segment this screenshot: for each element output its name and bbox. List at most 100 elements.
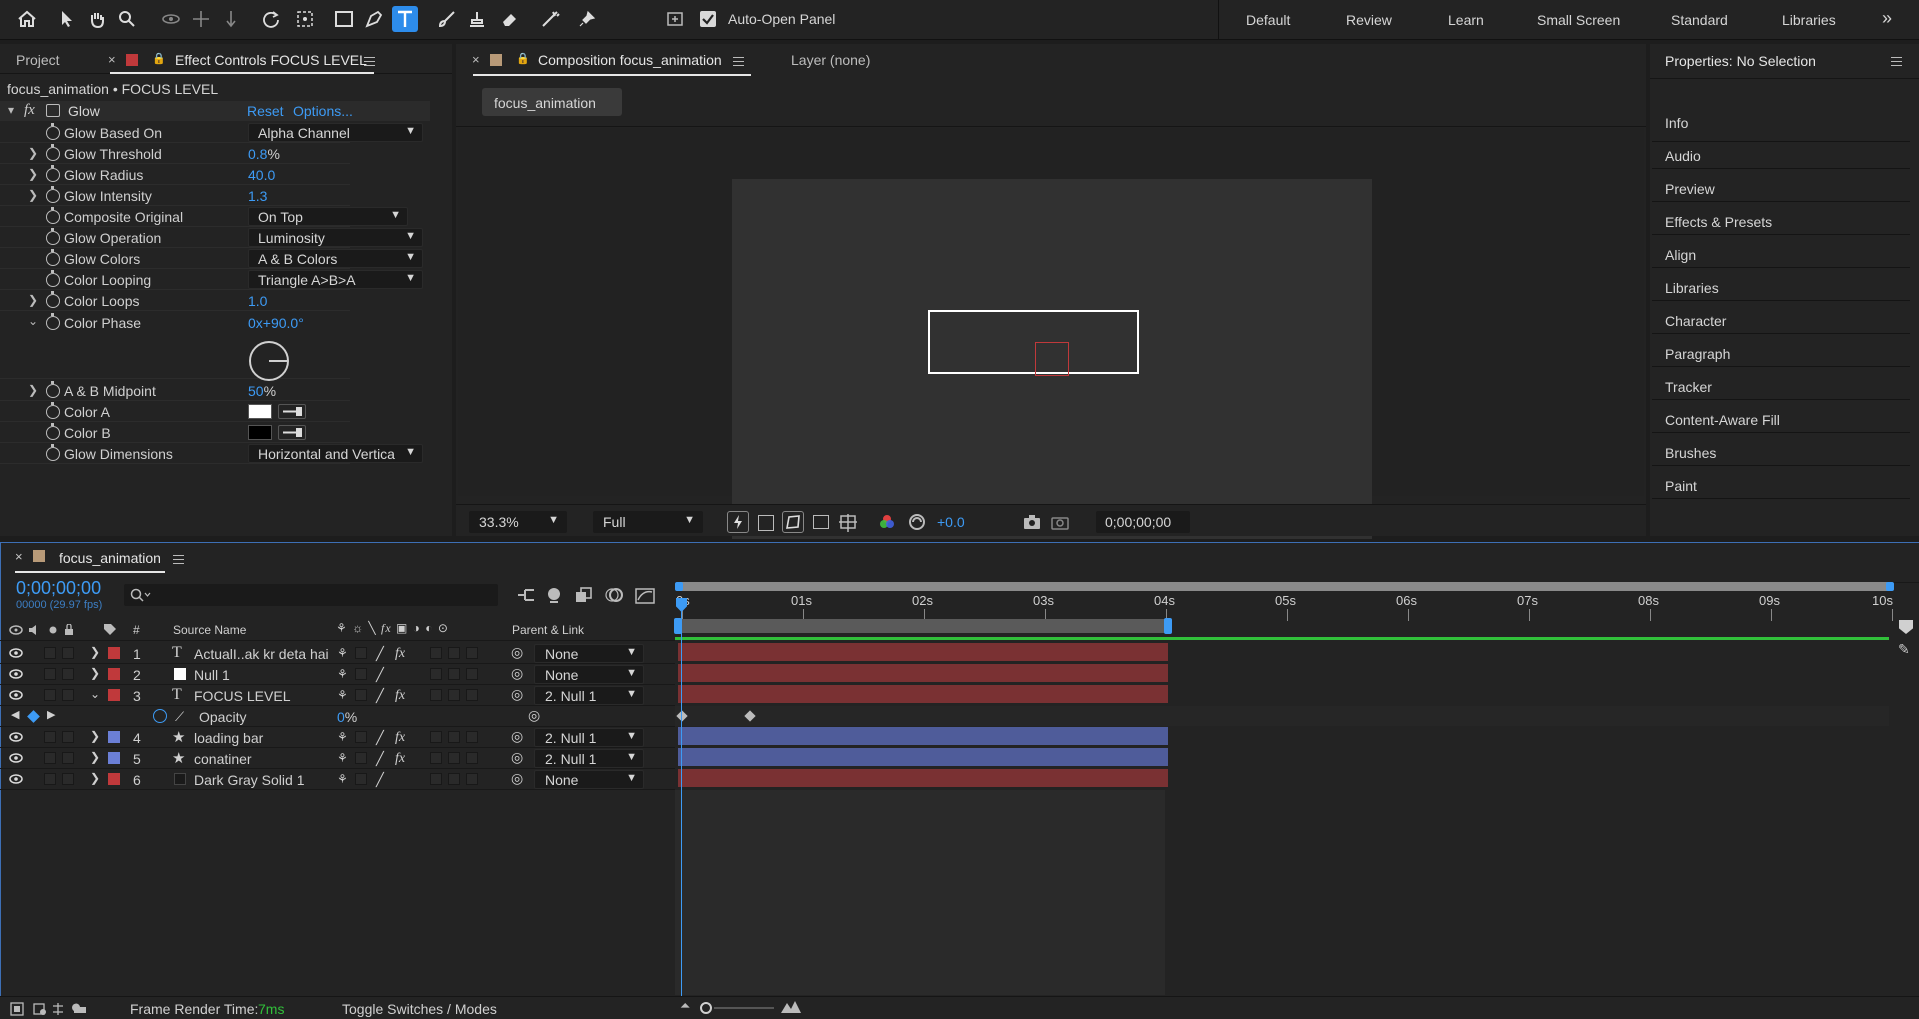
chevron-right-icon[interactable]: ❯ — [28, 167, 38, 181]
lock-icon[interactable]: 🔒 — [152, 52, 166, 65]
motion-blur-switch[interactable] — [448, 668, 460, 680]
stopwatch-icon[interactable] — [153, 709, 167, 723]
layer-name[interactable]: Dark Gray Solid 1 — [194, 772, 329, 788]
opacity-value[interactable]: 0% — [337, 709, 357, 725]
comp-navigator-chip[interactable]: focus_animation — [482, 88, 622, 116]
comp-mini-flowchart-icon[interactable] — [515, 586, 537, 604]
comp-viewer[interactable] — [458, 128, 1644, 539]
stopwatch-icon[interactable] — [46, 144, 60, 161]
color-loops-value[interactable]: 1.0 — [248, 293, 267, 309]
timeline-search-input[interactable] — [124, 584, 498, 606]
stopwatch-icon[interactable] — [46, 402, 60, 419]
layer-bar-5[interactable] — [678, 748, 1168, 766]
pick-whip-icon[interactable]: ◎ — [511, 728, 523, 745]
layer-name[interactable]: FOCUS LEVEL — [194, 688, 329, 704]
panel-preview[interactable]: Preview — [1665, 181, 1715, 197]
fx-icon[interactable]: fx — [24, 102, 35, 119]
parent-dropdown[interactable]: 2. Null 1 ▼ — [534, 728, 644, 747]
snapshot-icon[interactable] — [1022, 513, 1042, 531]
lock-switch[interactable] — [62, 689, 74, 701]
container-shape[interactable] — [928, 310, 1139, 374]
workspace-overflow-icon[interactable]: » — [1882, 8, 1892, 29]
glow-intensity-value[interactable]: 1.3 — [248, 188, 267, 204]
shy-switch-icon[interactable]: ⚘ — [337, 667, 348, 681]
rotate-tool-icon[interactable] — [258, 6, 284, 32]
layer-name[interactable]: Null 1 — [194, 667, 329, 683]
adjustment-switch[interactable] — [466, 668, 478, 680]
parent-dropdown[interactable]: None ▼ — [534, 770, 644, 789]
eyedropper-icon[interactable] — [278, 404, 306, 419]
tab-effect-controls[interactable]: Effect Controls FOCUS LEVEL — [175, 52, 367, 68]
lock-switch[interactable] — [62, 752, 74, 764]
label-color-chip[interactable] — [108, 752, 120, 764]
tab-layer[interactable]: Layer (none) — [791, 52, 870, 68]
adjustment-switch[interactable] — [466, 731, 478, 743]
parent-dropdown[interactable]: None ▼ — [534, 665, 644, 684]
parent-dropdown[interactable]: 2. Null 1 ▼ — [534, 686, 644, 705]
layer-bar-1[interactable] — [678, 643, 1168, 661]
options-link[interactable]: Options... — [293, 103, 353, 119]
shy-switch-icon[interactable]: ⚘ — [337, 688, 348, 702]
solo-switch[interactable] — [44, 689, 56, 701]
glow-colors-dropdown[interactable]: A & B Colors ▼ — [248, 249, 423, 268]
fx-icon[interactable]: fx — [395, 730, 405, 746]
motion-blur-switch[interactable] — [448, 773, 460, 785]
prev-keyframe-icon[interactable]: ◀ — [11, 708, 19, 721]
mask-visibility-icon[interactable] — [782, 511, 804, 533]
layer-name[interactable]: ActualI..ak kr deta hai — [194, 646, 329, 662]
panel-menu-icon[interactable] — [173, 555, 184, 567]
auto-open-panel-checkbox[interactable] — [700, 11, 716, 27]
clone-stamp-icon[interactable] — [464, 6, 490, 32]
motion-blur-switch[interactable] — [448, 731, 460, 743]
label-color-chip[interactable] — [108, 689, 120, 701]
work-area-end[interactable] — [1164, 618, 1172, 634]
eye-icon[interactable] — [9, 690, 23, 700]
eraser-tool-icon[interactable] — [496, 6, 522, 32]
hand-tool-icon[interactable] — [84, 6, 110, 32]
roto-brush-icon[interactable] — [538, 6, 564, 32]
frame-blend-switch[interactable] — [430, 689, 442, 701]
chevron-right-icon[interactable]: ❯ — [90, 729, 100, 743]
quality-switch-icon[interactable]: ╱ — [376, 772, 384, 788]
eye-icon[interactable] — [9, 669, 23, 679]
panel-info[interactable]: Info — [1665, 115, 1688, 131]
zoom-in-icon[interactable] — [780, 1000, 802, 1014]
solo-switch[interactable] — [44, 668, 56, 680]
zoom-slider-track[interactable] — [714, 1007, 774, 1009]
panel-paint[interactable]: Paint — [1665, 478, 1697, 494]
shy-switch-icon[interactable]: ⚘ — [337, 646, 348, 660]
puppet-pin-icon[interactable] — [574, 6, 600, 32]
panel-menu-icon[interactable] — [364, 57, 375, 69]
reset-link[interactable]: Reset — [247, 103, 284, 119]
playhead-line[interactable] — [681, 600, 682, 996]
color-looping-dropdown[interactable]: Triangle A>B>A ▼ — [248, 270, 423, 289]
panel-menu-icon[interactable] — [733, 57, 744, 69]
workspace-review[interactable]: Review — [1346, 12, 1392, 28]
eyedropper-icon[interactable] — [278, 425, 306, 440]
motion-blur-icon[interactable] — [604, 586, 624, 604]
navigator-end-handle[interactable] — [1886, 582, 1894, 591]
focus-level-bounding-box[interactable] — [1035, 342, 1069, 376]
chevron-right-icon[interactable]: ❯ — [28, 383, 38, 397]
ab-midpoint-value[interactable]: 50% — [248, 383, 276, 399]
shy-switch-icon[interactable]: ⚘ — [337, 751, 348, 765]
region-of-interest-icon[interactable] — [813, 515, 829, 529]
workspace-default[interactable]: Default — [1246, 12, 1290, 28]
workspace-standard[interactable]: Standard — [1671, 12, 1728, 28]
chevron-right-icon[interactable]: ❯ — [90, 771, 100, 785]
quality-switch-icon[interactable]: ╱ — [376, 688, 384, 704]
collapse-switch[interactable] — [355, 773, 367, 785]
home-icon[interactable] — [14, 6, 40, 32]
solo-switch[interactable] — [44, 647, 56, 659]
zoom-dropdown[interactable]: 33.3% ▼ — [469, 511, 567, 533]
parent-dropdown[interactable]: None ▼ — [534, 644, 644, 663]
column-parent-link[interactable]: Parent & Link — [512, 623, 584, 637]
shy-layers-icon[interactable] — [544, 586, 564, 604]
time-navigator[interactable] — [676, 582, 1890, 591]
quality-switch-icon[interactable]: ╱ — [376, 730, 384, 746]
show-snapshot-icon[interactable] — [1050, 513, 1070, 531]
color-phase-value[interactable]: 0x+90.0° — [248, 315, 304, 331]
adjustment-switch[interactable] — [466, 752, 478, 764]
pick-whip-icon[interactable]: ◎ — [528, 707, 540, 724]
opacity-property-row[interactable]: ◀ ▶ ⟋ Opacity 0% ◎ — [0, 706, 675, 727]
